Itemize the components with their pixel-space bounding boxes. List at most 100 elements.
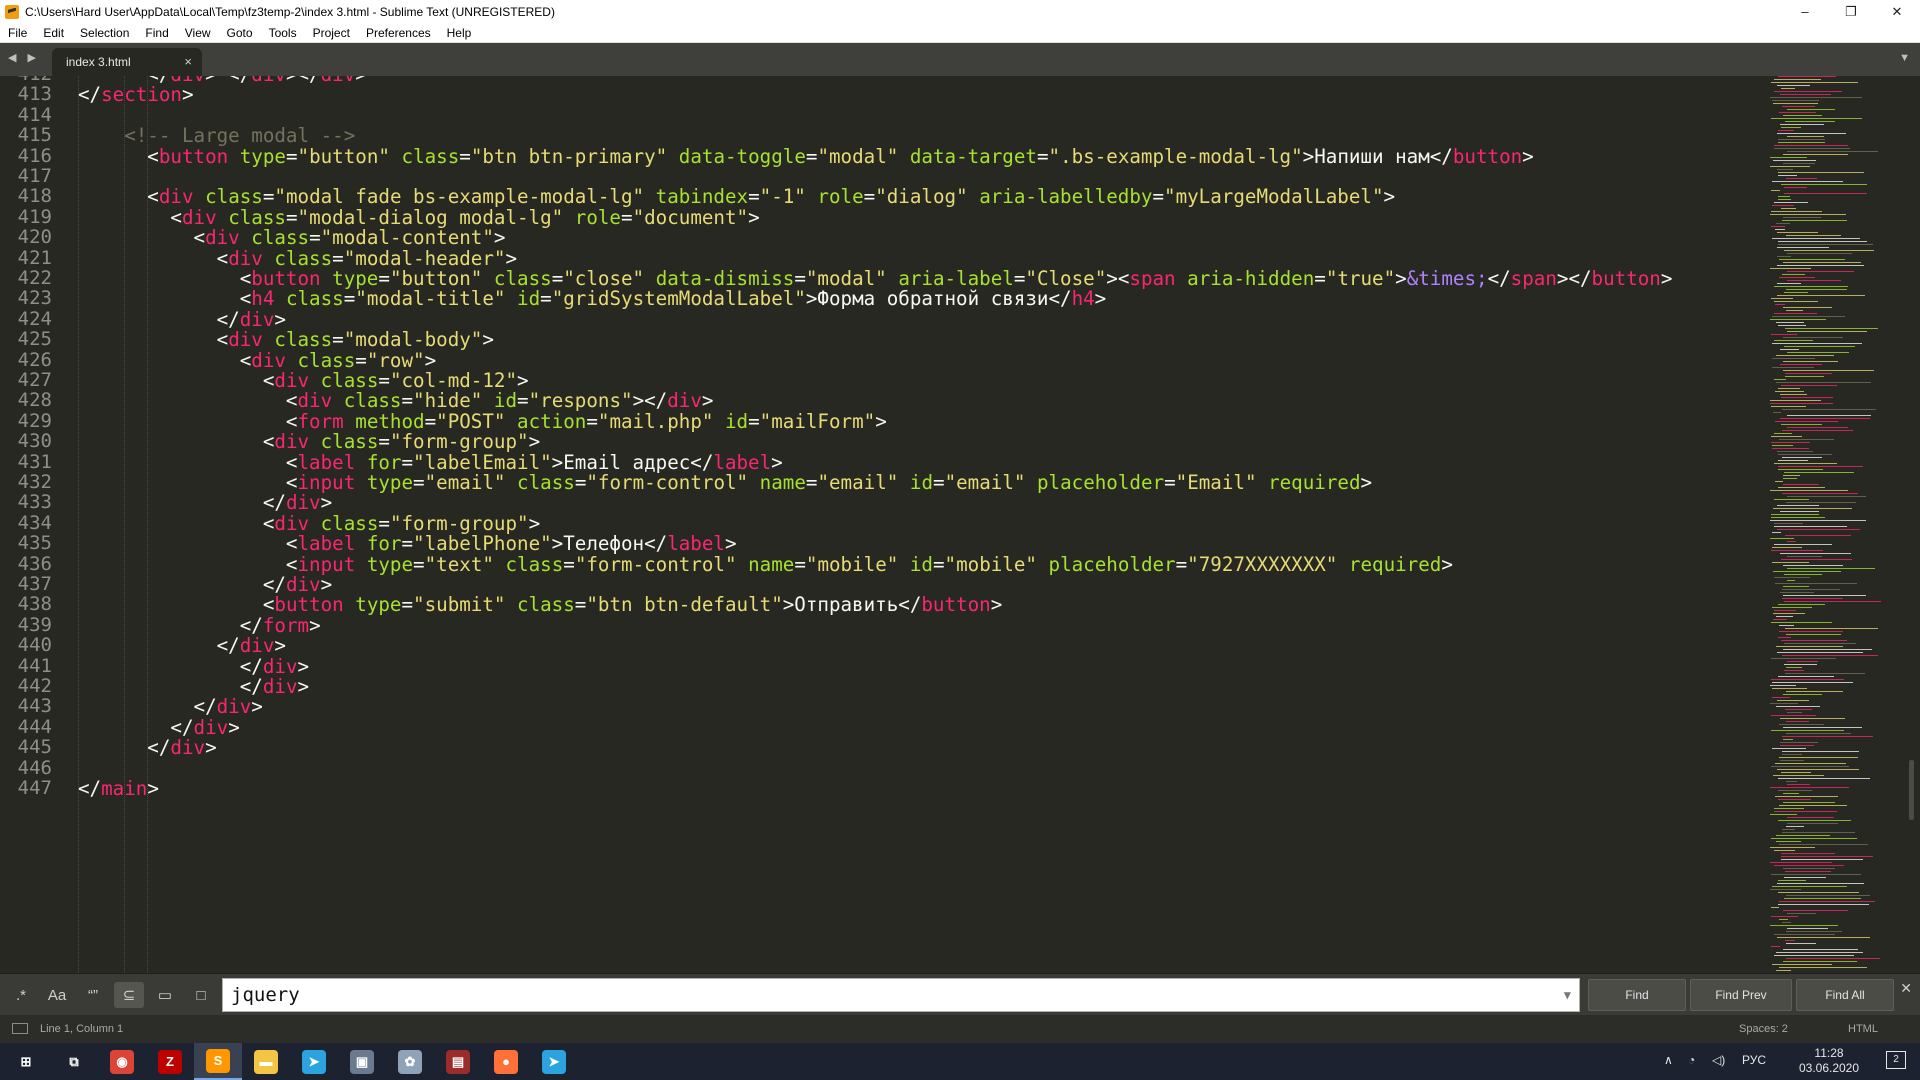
minimap-line	[1782, 754, 1802, 755]
menu-edit[interactable]: Edit	[35, 23, 72, 43]
find-input[interactable]: jquery ▼	[222, 978, 1580, 1012]
find-all-button[interactable]: Find All	[1796, 979, 1894, 1011]
minimap-line	[1772, 607, 1812, 608]
minimap-line	[1786, 667, 1802, 668]
minimap-line	[1773, 571, 1841, 572]
regex-toggle[interactable]: .*	[6, 982, 36, 1008]
minimap[interactable]	[1760, 76, 1920, 973]
clock[interactable]: 11:28 03.06.2020	[1794, 1046, 1864, 1076]
clock-date: 03.06.2020	[1798, 1061, 1860, 1075]
minimap-line	[1782, 829, 1795, 830]
code-token: "-1"	[759, 185, 806, 209]
minimap-line	[1771, 517, 1825, 518]
app-7[interactable]: ▣	[338, 1043, 386, 1080]
tab-nav-arrows[interactable]: ◀ ▶	[8, 51, 40, 64]
minimap-line	[1776, 616, 1793, 617]
telegram-app[interactable]: ➤	[290, 1043, 338, 1080]
firefox-app[interactable]: ●	[482, 1043, 530, 1080]
maximize-button[interactable]: ❐	[1828, 0, 1874, 23]
minimap-line	[1770, 403, 1833, 404]
tab-close-icon[interactable]: ×	[184, 54, 192, 69]
minimap-line	[1786, 634, 1841, 635]
minimap-line	[1774, 463, 1837, 464]
tab-dropdown-icon[interactable]: ▼	[1899, 52, 1910, 64]
code-token: data-toggle	[678, 144, 806, 168]
menu-tools[interactable]: Tools	[261, 23, 305, 43]
tray-chevron-icon[interactable]: ∧	[1664, 1053, 1673, 1067]
code-token: =	[285, 144, 298, 168]
tab-index-3-html[interactable]: index 3.html ×	[52, 48, 202, 76]
notifications-icon[interactable]: 2	[1886, 1051, 1906, 1069]
minimap-line	[1778, 469, 1823, 470]
minimap-line	[1772, 562, 1809, 563]
minimap-line	[1783, 262, 1861, 263]
chrome-app[interactable]: ◉	[98, 1043, 146, 1080]
menu-file[interactable]: File	[0, 23, 35, 43]
whole-word-toggle[interactable]: “”	[78, 982, 108, 1008]
indentation-setting[interactable]: Spaces: 2	[1739, 1023, 1788, 1035]
window-title: C:\Users\Hard User\AppData\Local\Temp\fz…	[25, 4, 555, 19]
network-icon[interactable]: ◔	[1688, 1053, 1695, 1067]
case-sensitive-toggle[interactable]: Aa	[42, 982, 72, 1008]
code-token: "email"	[424, 471, 506, 494]
winrar-app[interactable]: ▤	[434, 1043, 482, 1080]
language-indicator[interactable]: РУС	[1742, 1053, 1766, 1067]
app-8[interactable]: ✿	[386, 1043, 434, 1080]
find-close-icon[interactable]: ✕	[1900, 980, 1912, 997]
sublime-text-app[interactable]: S	[194, 1043, 242, 1080]
close-button[interactable]: ✕	[1874, 0, 1920, 23]
find-prev-button[interactable]: Find Prev	[1690, 979, 1792, 1011]
minimap-line	[1787, 427, 1848, 428]
menu-goto[interactable]: Goto	[219, 23, 261, 43]
start-button[interactable]: ⊞	[2, 1043, 50, 1080]
minimize-button[interactable]: –	[1782, 0, 1828, 23]
line-number: 430	[17, 430, 52, 453]
volume-icon[interactable]: ◁)	[1712, 1053, 1725, 1067]
code-token: =	[805, 144, 818, 168]
code-token: type	[366, 471, 414, 494]
menu-help[interactable]: Help	[439, 23, 480, 43]
syntax-mode[interactable]: HTML	[1848, 1023, 1878, 1035]
menu-find[interactable]: Find	[137, 23, 176, 43]
filezilla-app[interactable]: Z	[146, 1043, 194, 1080]
task-view-button[interactable]: ⧉	[50, 1043, 98, 1080]
line-number: 440	[17, 634, 52, 657]
minimap-line	[1782, 598, 1843, 599]
menu-preferences[interactable]: Preferences	[358, 23, 439, 43]
minimap-line	[1774, 955, 1854, 956]
code-token: id	[517, 287, 541, 311]
code-token: "modal"	[817, 144, 899, 168]
telegram-app-2[interactable]: ➤	[530, 1043, 578, 1080]
console-icon[interactable]	[12, 1023, 28, 1034]
minimap-line	[1782, 220, 1847, 221]
minimap-scroll-thumb[interactable]	[1909, 760, 1914, 820]
minimap-line	[1771, 874, 1861, 875]
minimap-line	[1786, 178, 1817, 179]
code-editor[interactable]: 412 </div> </div></div>413</section>4144…	[0, 76, 1760, 973]
menu-view[interactable]: View	[177, 23, 219, 43]
minimap-line	[1781, 184, 1867, 185]
minimap-line	[1772, 100, 1819, 101]
in-selection-toggle[interactable]: ▭	[150, 982, 180, 1008]
minimap-line	[1774, 379, 1786, 380]
code-line: <button type="button" class="btn btn-pri…	[78, 144, 1533, 168]
find-button[interactable]: Find	[1588, 979, 1686, 1011]
find-history-icon[interactable]: ▼	[1564, 979, 1571, 1011]
code-token: class	[401, 144, 460, 168]
code-token: data-target	[909, 144, 1037, 168]
code-token: >	[482, 328, 494, 352]
file-explorer-app[interactable]: ▬	[242, 1043, 290, 1080]
minimap-line	[1770, 925, 1838, 926]
line-number: 442	[17, 675, 52, 697]
highlight-matches-toggle[interactable]: □	[186, 982, 216, 1008]
minimap-line	[1786, 958, 1880, 959]
minimap-line	[1783, 802, 1835, 803]
code-token: > </	[205, 76, 251, 86]
minimap-line	[1770, 214, 1846, 215]
menu-project[interactable]: Project	[305, 23, 358, 43]
wrap-toggle[interactable]: ⊆	[114, 982, 144, 1008]
menu-selection[interactable]: Selection	[72, 23, 137, 43]
